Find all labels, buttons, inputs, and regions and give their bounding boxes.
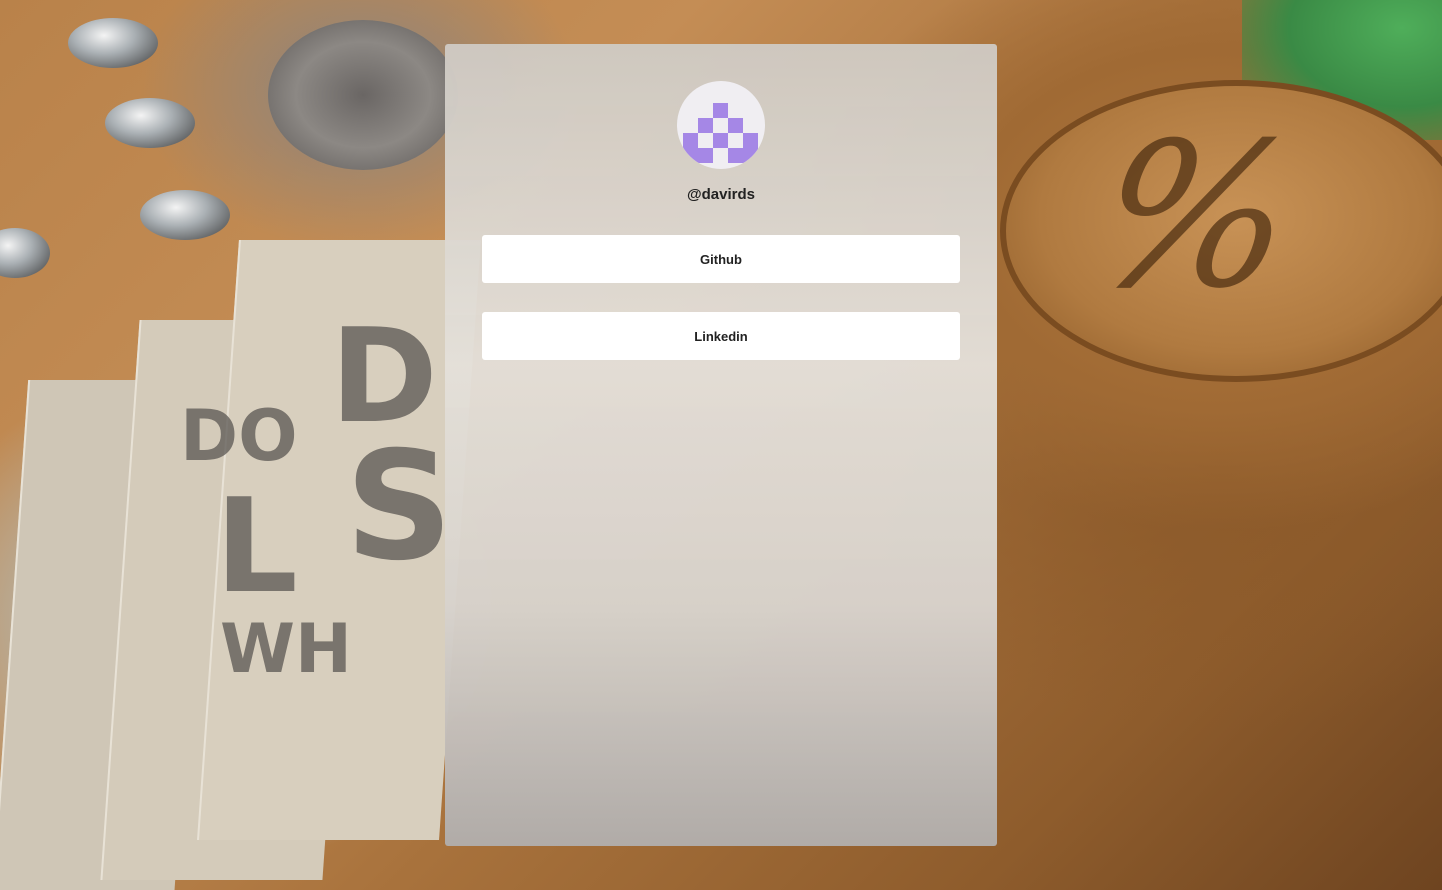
background-pin [0,228,50,278]
background-pin [68,18,158,68]
linkedin-link-button[interactable]: Linkedin [482,312,960,360]
booklet-text: S [345,420,454,594]
booklet-text: DO [180,395,298,477]
booklet-text: L [215,470,298,622]
pixel-identicon-icon [683,103,758,163]
avatar [677,81,765,169]
booklet-text: WH [220,610,352,689]
background-pin [140,190,230,240]
background-pipe-flange [268,20,458,170]
github-link-button[interactable]: Github [482,235,960,283]
background-pin [105,98,195,148]
profile-handle: @davirds [687,186,755,203]
